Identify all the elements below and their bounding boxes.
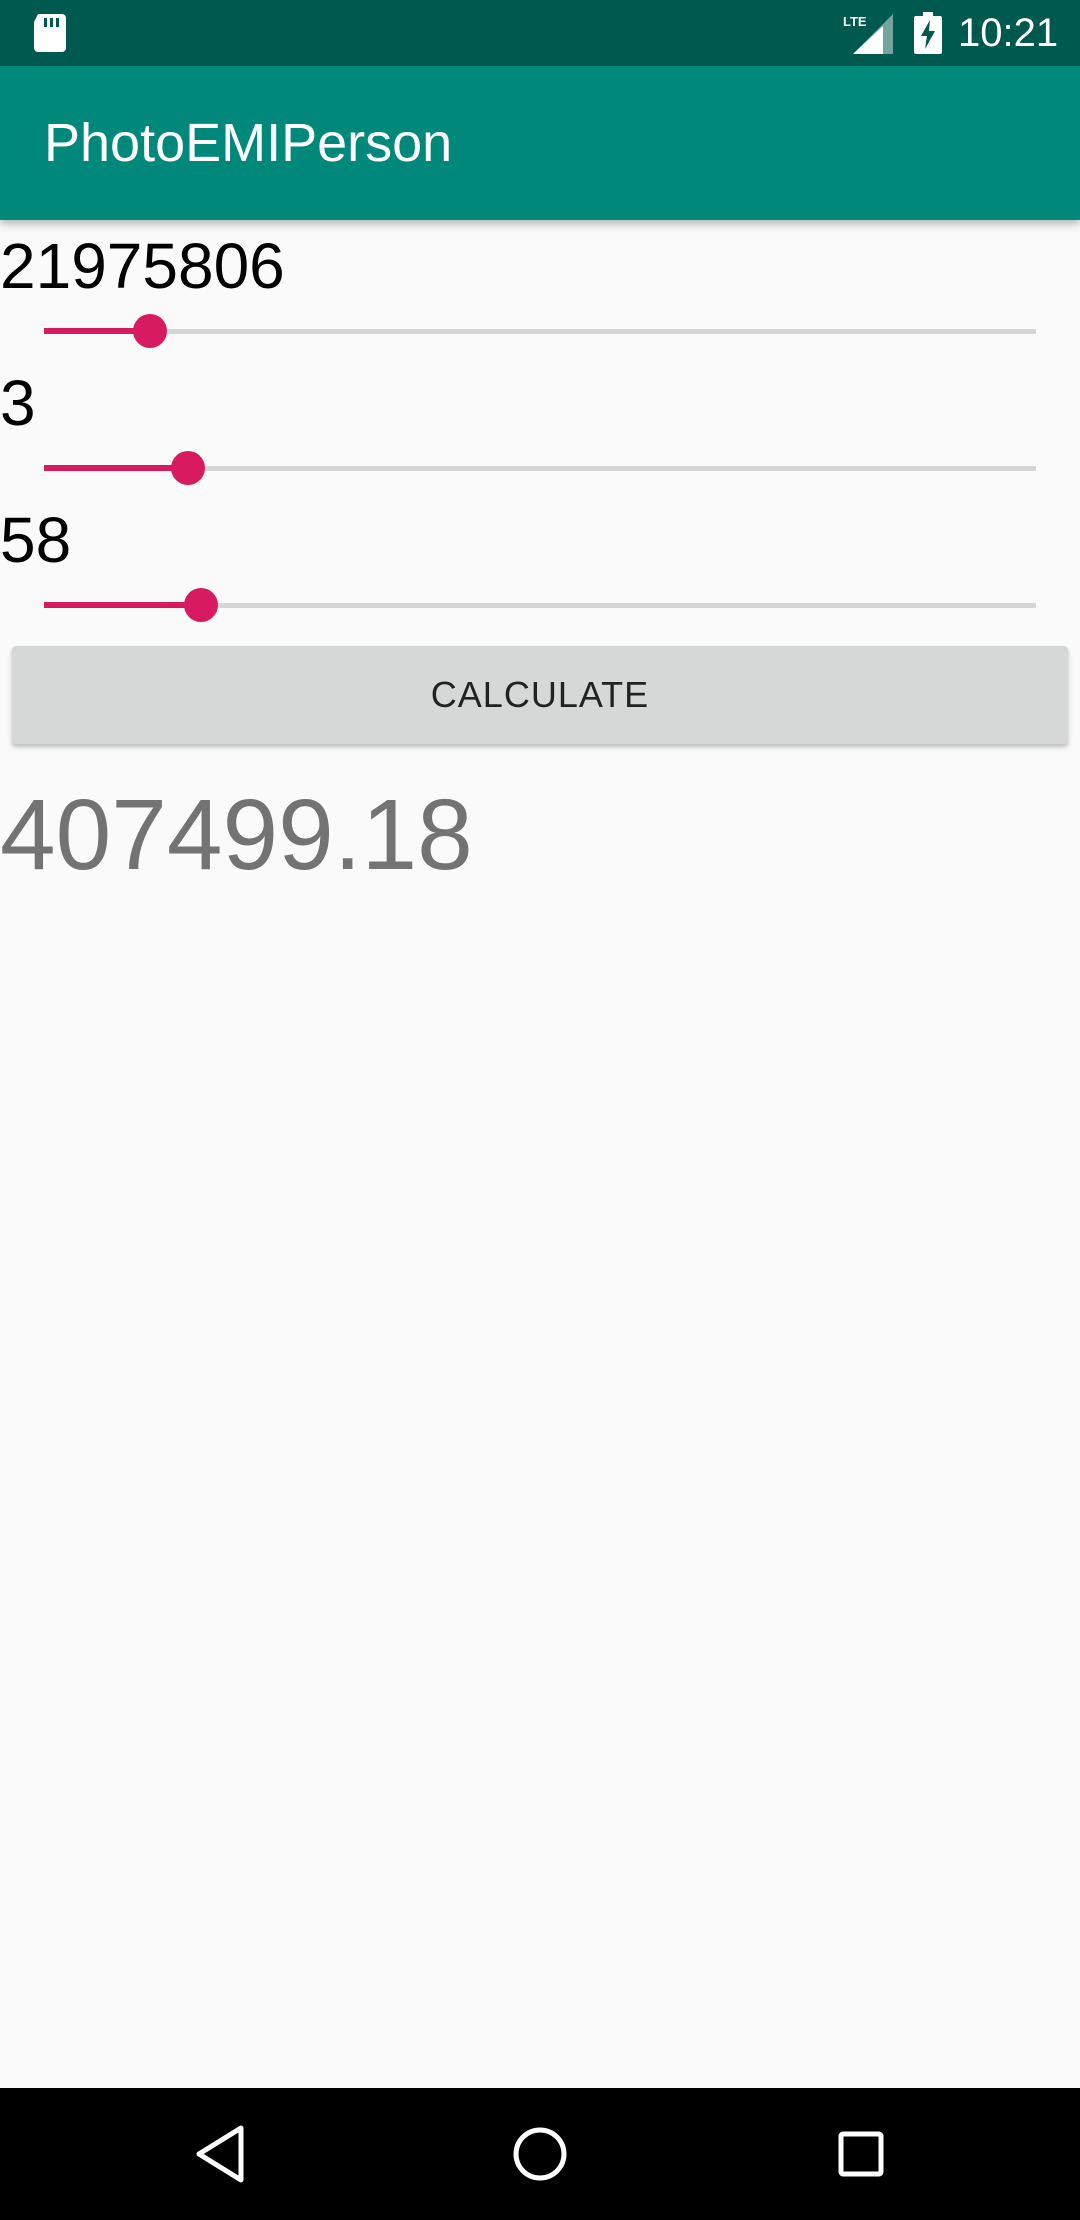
app-bar: PhotoEMIPerson	[0, 66, 1080, 220]
navigation-bar	[0, 2088, 1080, 2220]
calculate-button[interactable]: CALCULATE	[12, 646, 1068, 744]
tenure-slider[interactable]	[44, 448, 1036, 488]
slider-thumb[interactable]	[170, 451, 205, 485]
slider-fill	[44, 465, 188, 471]
slider-thumb[interactable]	[133, 314, 168, 348]
clock: 10:21	[958, 11, 1059, 55]
app-title: PhotoEMIPerson	[44, 113, 453, 173]
principal-value: 21975806	[0, 230, 285, 302]
signal-icon: LTE	[843, 14, 893, 54]
status-bar: LTE 10:21	[0, 0, 1080, 66]
home-icon[interactable]	[474, 2088, 606, 2220]
slider-fill	[44, 602, 201, 608]
rate-value: 58	[0, 504, 72, 576]
emi-result: 407499.18	[0, 779, 473, 891]
recents-icon[interactable]	[795, 2088, 927, 2220]
sd-card-icon	[34, 14, 66, 52]
back-icon[interactable]	[155, 2088, 287, 2220]
slider-thumb[interactable]	[183, 588, 218, 622]
tenure-value: 3	[0, 367, 36, 439]
principal-slider[interactable]	[44, 311, 1036, 351]
network-type-label: LTE	[843, 14, 867, 29]
slider-track	[44, 329, 1036, 334]
rate-slider[interactable]	[44, 585, 1036, 625]
battery-charging-icon	[914, 12, 942, 54]
